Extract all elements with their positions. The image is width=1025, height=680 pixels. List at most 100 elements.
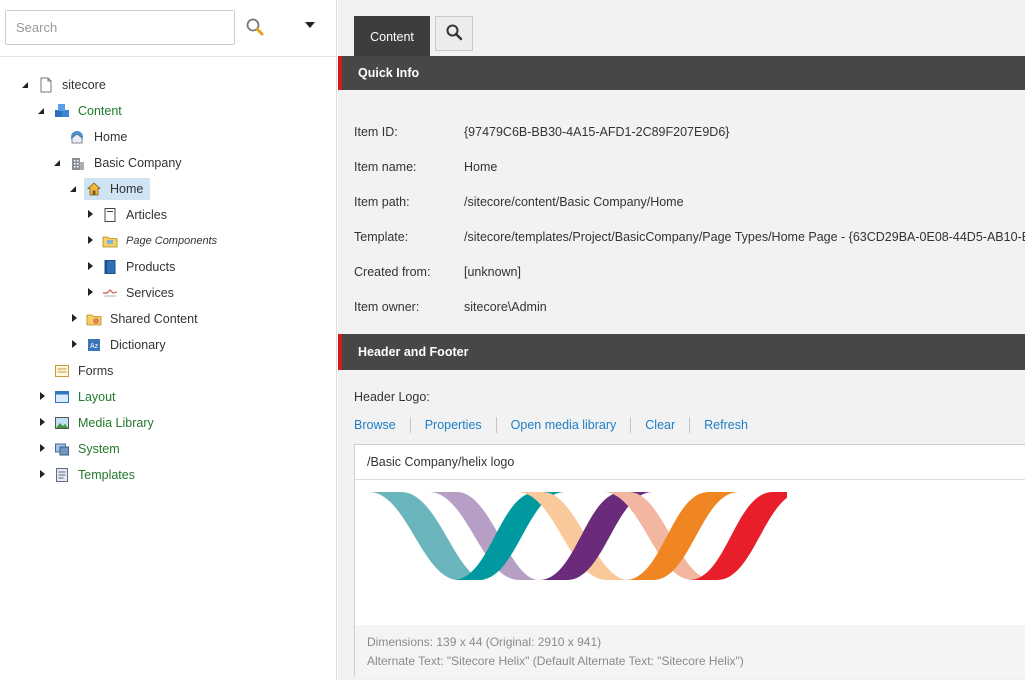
- system-icon: [54, 441, 70, 457]
- expand-toggle[interactable]: [88, 210, 93, 218]
- image-path: /Basic Company/helix logo: [355, 445, 1025, 480]
- content-tree-panel: sitecore Content Home Basic Company: [0, 0, 337, 680]
- header-logo-label: Header Logo:: [354, 390, 430, 404]
- expand-toggle[interactable]: [72, 340, 77, 348]
- search-icon: [445, 23, 463, 44]
- quick-info-value: /sitecore/content/Basic Company/Home: [464, 195, 684, 209]
- quick-info-key: Item owner:: [354, 300, 420, 314]
- image-dimensions: Dimensions: 139 x 44 (Original: 2910 x 9…: [367, 635, 602, 649]
- expand-toggle[interactable]: [88, 236, 93, 244]
- shared-folder-icon: [86, 311, 102, 327]
- tree-node-label: Page Components: [126, 235, 218, 247]
- tree-node-label: Home: [94, 130, 128, 144]
- tree-node-label: Products: [126, 260, 176, 274]
- tree-node-label: Media Library: [78, 416, 154, 430]
- tree-node-page-components[interactable]: Page Components: [86, 230, 220, 252]
- tree-node-forms[interactable]: Forms: [54, 360, 116, 382]
- quick-info-key: Item path:: [354, 195, 410, 209]
- templates-icon: [54, 467, 70, 483]
- image-details: Dimensions: 139 x 44 (Original: 2910 x 9…: [355, 625, 1025, 677]
- folder-icon: [102, 233, 118, 249]
- image-field[interactable]: /Basic Company/helix logo Dimensions: 13…: [354, 444, 1025, 677]
- editor-tabs: Content: [338, 0, 1025, 57]
- tab-search[interactable]: [435, 16, 473, 51]
- quick-info-value: [unknown]: [464, 265, 521, 279]
- quick-info-key: Template:: [354, 230, 409, 244]
- tree-node-basic-company[interactable]: Basic Company: [52, 152, 185, 174]
- dictionary-icon: Az: [86, 337, 102, 353]
- tree-node-templates[interactable]: Templates: [38, 464, 138, 486]
- collapse-toggle[interactable]: [70, 186, 76, 192]
- tree-node-label: Content: [78, 104, 122, 118]
- open-media-library-link[interactable]: Open media library: [511, 417, 632, 433]
- tree-node-label: Shared Content: [110, 312, 198, 326]
- properties-link[interactable]: Properties: [425, 417, 497, 433]
- tree-node-label: Forms: [78, 364, 114, 378]
- tree-node-label: Services: [126, 286, 174, 300]
- quick-info-key: Item ID:: [354, 125, 398, 139]
- browse-link[interactable]: Browse: [354, 417, 411, 433]
- collapse-toggle[interactable]: [22, 82, 28, 88]
- tree-node-label: Dictionary: [110, 338, 166, 352]
- expand-toggle[interactable]: [88, 262, 93, 270]
- tree-node-content[interactable]: Content: [36, 100, 125, 122]
- expand-toggle[interactable]: [88, 288, 93, 296]
- quick-info-row: Template: /sitecore/templates/Project/Bas…: [354, 228, 1025, 246]
- tree-node-label: Basic Company: [94, 156, 182, 170]
- tree-node-label: Layout: [78, 390, 116, 404]
- quick-info-value: /sitecore/templates/Project/BasicCompany…: [464, 230, 1025, 244]
- collapse-toggle[interactable]: [54, 160, 60, 166]
- building-icon: [70, 155, 86, 171]
- section-header-header-footer[interactable]: Header and Footer: [338, 334, 1025, 370]
- editor-panel: Content Quick Info Item ID: {97479C6B-BB3…: [338, 0, 1025, 680]
- chevron-down-icon[interactable]: [305, 22, 315, 28]
- tree-node-label: Articles: [126, 208, 167, 222]
- search-input[interactable]: [5, 10, 235, 45]
- tree-node-system[interactable]: System: [38, 438, 123, 460]
- content-cubes-icon: [54, 103, 70, 119]
- document-icon: [38, 77, 54, 93]
- tree-node-shared-content[interactable]: Shared Content: [70, 308, 201, 330]
- tree-node-label: System: [78, 442, 120, 456]
- tree-node-services[interactable]: Services: [86, 282, 177, 304]
- tree-node-label: Templates: [78, 468, 135, 482]
- tree-node-products[interactable]: Products: [86, 256, 178, 278]
- globe-home-icon: [70, 129, 86, 145]
- quick-info-value: sitecore\Admin: [464, 300, 547, 314]
- quick-info-row: Item owner: sitecore\Admin: [354, 298, 547, 316]
- collapse-toggle[interactable]: [38, 108, 44, 114]
- services-icon: [102, 285, 118, 301]
- image-alt-text: Alternate Text: "Sitecore Helix" (Defaul…: [367, 654, 744, 668]
- search-bar: [0, 0, 337, 57]
- tree-node-home[interactable]: Home: [84, 178, 151, 200]
- quick-info-key: Created from:: [354, 265, 431, 279]
- tree-node-label: sitecore: [62, 78, 106, 92]
- forms-icon: [54, 363, 70, 379]
- tree-node-articles[interactable]: Articles: [86, 204, 170, 226]
- tree-node-dictionary[interactable]: Az Dictionary: [70, 334, 169, 356]
- svg-text:Az: Az: [90, 343, 99, 350]
- quick-info-value: Home: [464, 160, 498, 174]
- expand-toggle[interactable]: [40, 444, 45, 452]
- quick-info-key: Item name:: [354, 160, 417, 174]
- quick-info-row: Item path: /sitecore/content/Basic Compan…: [354, 193, 684, 211]
- quick-info-row: Created from: [unknown]: [354, 263, 521, 281]
- tree-node-home-link[interactable]: Home: [70, 126, 130, 148]
- tree-node-media-library[interactable]: Media Library: [38, 412, 157, 434]
- expand-toggle[interactable]: [40, 392, 45, 400]
- quick-info-row: Item name: Home: [354, 158, 497, 176]
- tree-node-layout[interactable]: Layout: [38, 386, 119, 408]
- image-icon: [54, 415, 70, 431]
- search-icon[interactable]: [244, 16, 266, 38]
- expand-toggle[interactable]: [40, 418, 45, 426]
- tab-content[interactable]: Content: [354, 16, 430, 57]
- expand-toggle[interactable]: [40, 470, 45, 478]
- refresh-link[interactable]: Refresh: [704, 417, 762, 433]
- tree-node-sitecore[interactable]: sitecore: [20, 74, 109, 96]
- home-icon: [86, 181, 102, 197]
- page-icon: [102, 207, 118, 223]
- section-header-quick-info[interactable]: Quick Info: [338, 56, 1025, 90]
- clear-link[interactable]: Clear: [645, 417, 691, 433]
- expand-toggle[interactable]: [72, 314, 77, 322]
- layout-icon: [54, 389, 70, 405]
